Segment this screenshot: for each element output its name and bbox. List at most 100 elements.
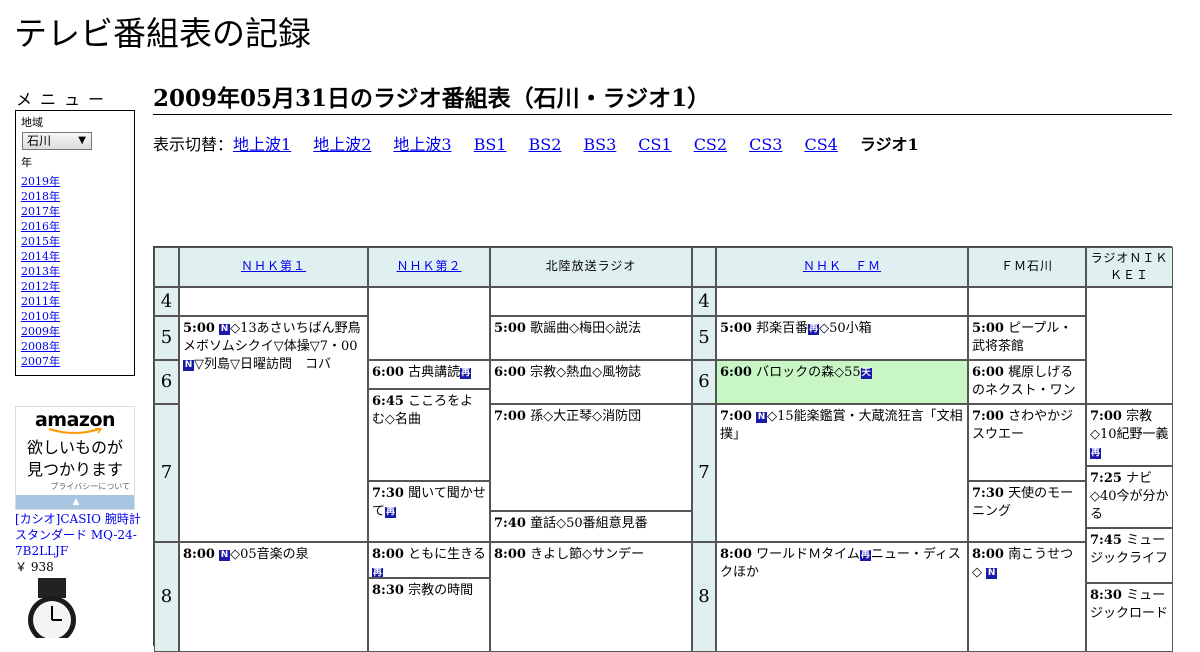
program-time: 6:00 — [494, 365, 526, 380]
program-time: 5:00 — [494, 321, 526, 336]
new-icon: N — [219, 324, 231, 335]
year-link[interactable]: 2018年 — [21, 190, 60, 203]
program-time: 8:00 — [183, 547, 215, 562]
program-title: ◇05音楽の泉 — [230, 547, 309, 562]
year-link[interactable]: 2014年 — [21, 250, 60, 263]
hour-cell: 8 — [692, 542, 716, 652]
program-cell[interactable]: 5:00 歌謡曲◇梅田◇説法 — [490, 316, 692, 360]
ad-copy-line1: 欲しいものが — [26, 438, 123, 457]
program-time: 7:00 — [720, 409, 752, 424]
channel-header-nikkei: ラジオＮＩＫＫＥＩ — [1086, 247, 1173, 287]
channel-link-nhkfm[interactable]: ＮＨＫ ＦＭ — [803, 259, 881, 273]
new-icon: N — [183, 360, 194, 371]
year-link[interactable]: 2017年 — [21, 205, 60, 218]
switch-link-bs2[interactable]: BS2 — [528, 135, 561, 154]
year-link[interactable]: 2015年 — [21, 235, 60, 248]
switch-link-terrestrial2[interactable]: 地上波2 — [313, 135, 371, 154]
amazon-ad-banner[interactable]: amazon 欲しいものが 見つかります プライバシーについて ▲ — [15, 406, 135, 510]
program-cell[interactable]: 6:45 こころをよむ◇名曲 — [368, 389, 490, 481]
year-link[interactable]: 2016年 — [21, 220, 60, 233]
ad-product-link[interactable]: [カシオ]CASIO 腕時計 スタンダード MQ-24-7B2LLJF — [15, 512, 141, 558]
empty-slot — [490, 287, 692, 316]
program-time: 8:00 — [720, 547, 752, 562]
program-cell[interactable]: 8:00 南こうせつ◇ N — [968, 542, 1086, 652]
year-link[interactable]: 2011年 — [21, 295, 60, 308]
year-link[interactable]: 2009年 — [21, 325, 60, 338]
program-time: 8:30 — [372, 583, 404, 598]
program-cell[interactable]: 7:25 ナビ◇40今が分かる — [1086, 466, 1173, 528]
program-cell[interactable]: 8:00 ワールドＭタイム再ニュー・ディスクほか — [716, 542, 968, 652]
program-time: 7:00 — [972, 409, 1004, 424]
channel-header-fmishikawa: ＦＭ石川 — [968, 247, 1086, 287]
rerun-icon: 再 — [460, 368, 472, 379]
channel-header-nhkfm: ＮＨＫ ＦＭ — [716, 247, 968, 287]
year-link[interactable]: 2010年 — [21, 310, 60, 323]
site-title: テレビ番組表の記録 — [14, 14, 311, 53]
program-cell[interactable]: 8:00 N ◇05音楽の泉 — [179, 542, 368, 652]
page-heading: 2009年05月31日のラジオ番組表（石川・ラジオ1） — [153, 84, 1172, 115]
program-cell[interactable]: 8:30 ミュージックロード — [1086, 583, 1173, 652]
new-icon: N — [219, 550, 231, 561]
program-cell[interactable]: 6:00 古典講読再 — [368, 360, 490, 389]
program-cell[interactable]: 6:00 梶原しげるのネクスト・ワン — [968, 360, 1086, 404]
hour-cell: 8 — [154, 542, 179, 652]
program-time: 8:00 — [372, 547, 404, 562]
switcher-label: 表示切替： — [153, 135, 234, 154]
program-cell[interactable]: 5:00 邦楽百番再◇50小箱 — [716, 316, 968, 360]
program-cell[interactable]: 8:00 ともに生きる 再 — [368, 542, 490, 578]
hour-cell: 7 — [692, 404, 716, 542]
year-link[interactable]: 2008年 — [21, 340, 60, 353]
region-select[interactable]: 石川 ▼ — [22, 132, 92, 150]
watch-product-image[interactable] — [20, 578, 84, 638]
year-link[interactable]: 2007年 — [21, 355, 60, 368]
empty-slot — [968, 287, 1086, 316]
ad-privacy-link[interactable]: プライバシーについて — [16, 481, 134, 492]
program-cell[interactable]: 7:00 宗教◇10紀野一義再 — [1086, 404, 1173, 466]
program-title: 孫◇大正琴◇消防団 — [530, 409, 642, 424]
channel-header-nhk1: ＮＨＫ第１ — [179, 247, 368, 287]
program-cell[interactable]: 5:00 N ◇13あさいちばん野鳥メボソムシクイ▽体操▽7・00 N ▽列島▽日曜… — [179, 316, 368, 542]
rerun-icon: 再 — [808, 324, 820, 335]
program-title: 宗教◇熱血◇風物誌 — [530, 365, 642, 380]
switch-link-bs1[interactable]: BS1 — [474, 135, 507, 154]
switch-link-terrestrial3[interactable]: 地上波3 — [393, 135, 451, 154]
chevron-down-icon: ▼ — [78, 135, 86, 146]
year-link[interactable]: 2012年 — [21, 280, 60, 293]
hour-cell: 4 — [154, 287, 179, 316]
year-link[interactable]: 2019年 — [21, 175, 60, 188]
program-cell[interactable]: 5:00 ピープル・武将茶館 — [968, 316, 1086, 360]
switch-link-bs3[interactable]: BS3 — [583, 135, 616, 154]
program-title: ともに生きる — [408, 547, 486, 562]
program-cell[interactable]: 7:00 N ◇15能楽鑑賞・大蔵流狂言「文相撲」 — [716, 404, 968, 542]
channel-link-nhk2[interactable]: ＮＨＫ第２ — [396, 259, 461, 273]
year-link[interactable]: 2013年 — [21, 265, 60, 278]
switch-link-cs2[interactable]: CS2 — [694, 135, 727, 154]
program-cell[interactable]: 7:30 聞いて聞かせて再 — [368, 481, 490, 542]
switch-link-terrestrial1[interactable]: 地上波1 — [233, 135, 291, 154]
program-cell-highlighted[interactable]: 6:00 バロックの森◇55天 — [716, 360, 968, 404]
program-cell[interactable]: 7:40 童話◇50番組意見番 — [490, 511, 692, 542]
switch-link-cs1[interactable]: CS1 — [638, 135, 671, 154]
program-cell[interactable]: 7:45 ミュージックライフ — [1086, 528, 1173, 583]
program-cell[interactable]: 7:00 さわやかジスウエー — [968, 404, 1086, 481]
program-time: 5:00 — [972, 321, 1004, 336]
switch-current: ラジオ1 — [859, 135, 919, 154]
hour-cell: 5 — [692, 316, 716, 360]
program-cell[interactable]: 7:30 天使のモーニング — [968, 481, 1086, 542]
switch-link-cs4[interactable]: CS4 — [804, 135, 837, 154]
program-cell[interactable]: 8:30 宗教の時間 — [368, 578, 490, 652]
year-list: 2019年 2018年 2017年 2016年 2015年 2014年 2013… — [21, 174, 129, 369]
empty-slot — [368, 287, 490, 360]
program-title: きよし節◇サンデー — [530, 547, 645, 562]
program-cell[interactable]: 8:00 きよし節◇サンデー — [490, 542, 692, 652]
program-time: 5:00 — [720, 321, 752, 336]
program-time: 7:30 — [972, 486, 1004, 501]
year-label: 年 — [21, 156, 32, 169]
channel-link-nhk1[interactable]: ＮＨＫ第１ — [241, 259, 306, 273]
program-cell[interactable]: 7:00 孫◇大正琴◇消防団 — [490, 404, 692, 511]
empty-slot — [179, 287, 368, 316]
ad-collapse-icon[interactable]: ▲ — [16, 495, 134, 509]
switch-link-cs3[interactable]: CS3 — [749, 135, 782, 154]
program-title: 宗教の時間 — [408, 583, 474, 598]
program-cell[interactable]: 6:00 宗教◇熱血◇風物誌 — [490, 360, 692, 404]
